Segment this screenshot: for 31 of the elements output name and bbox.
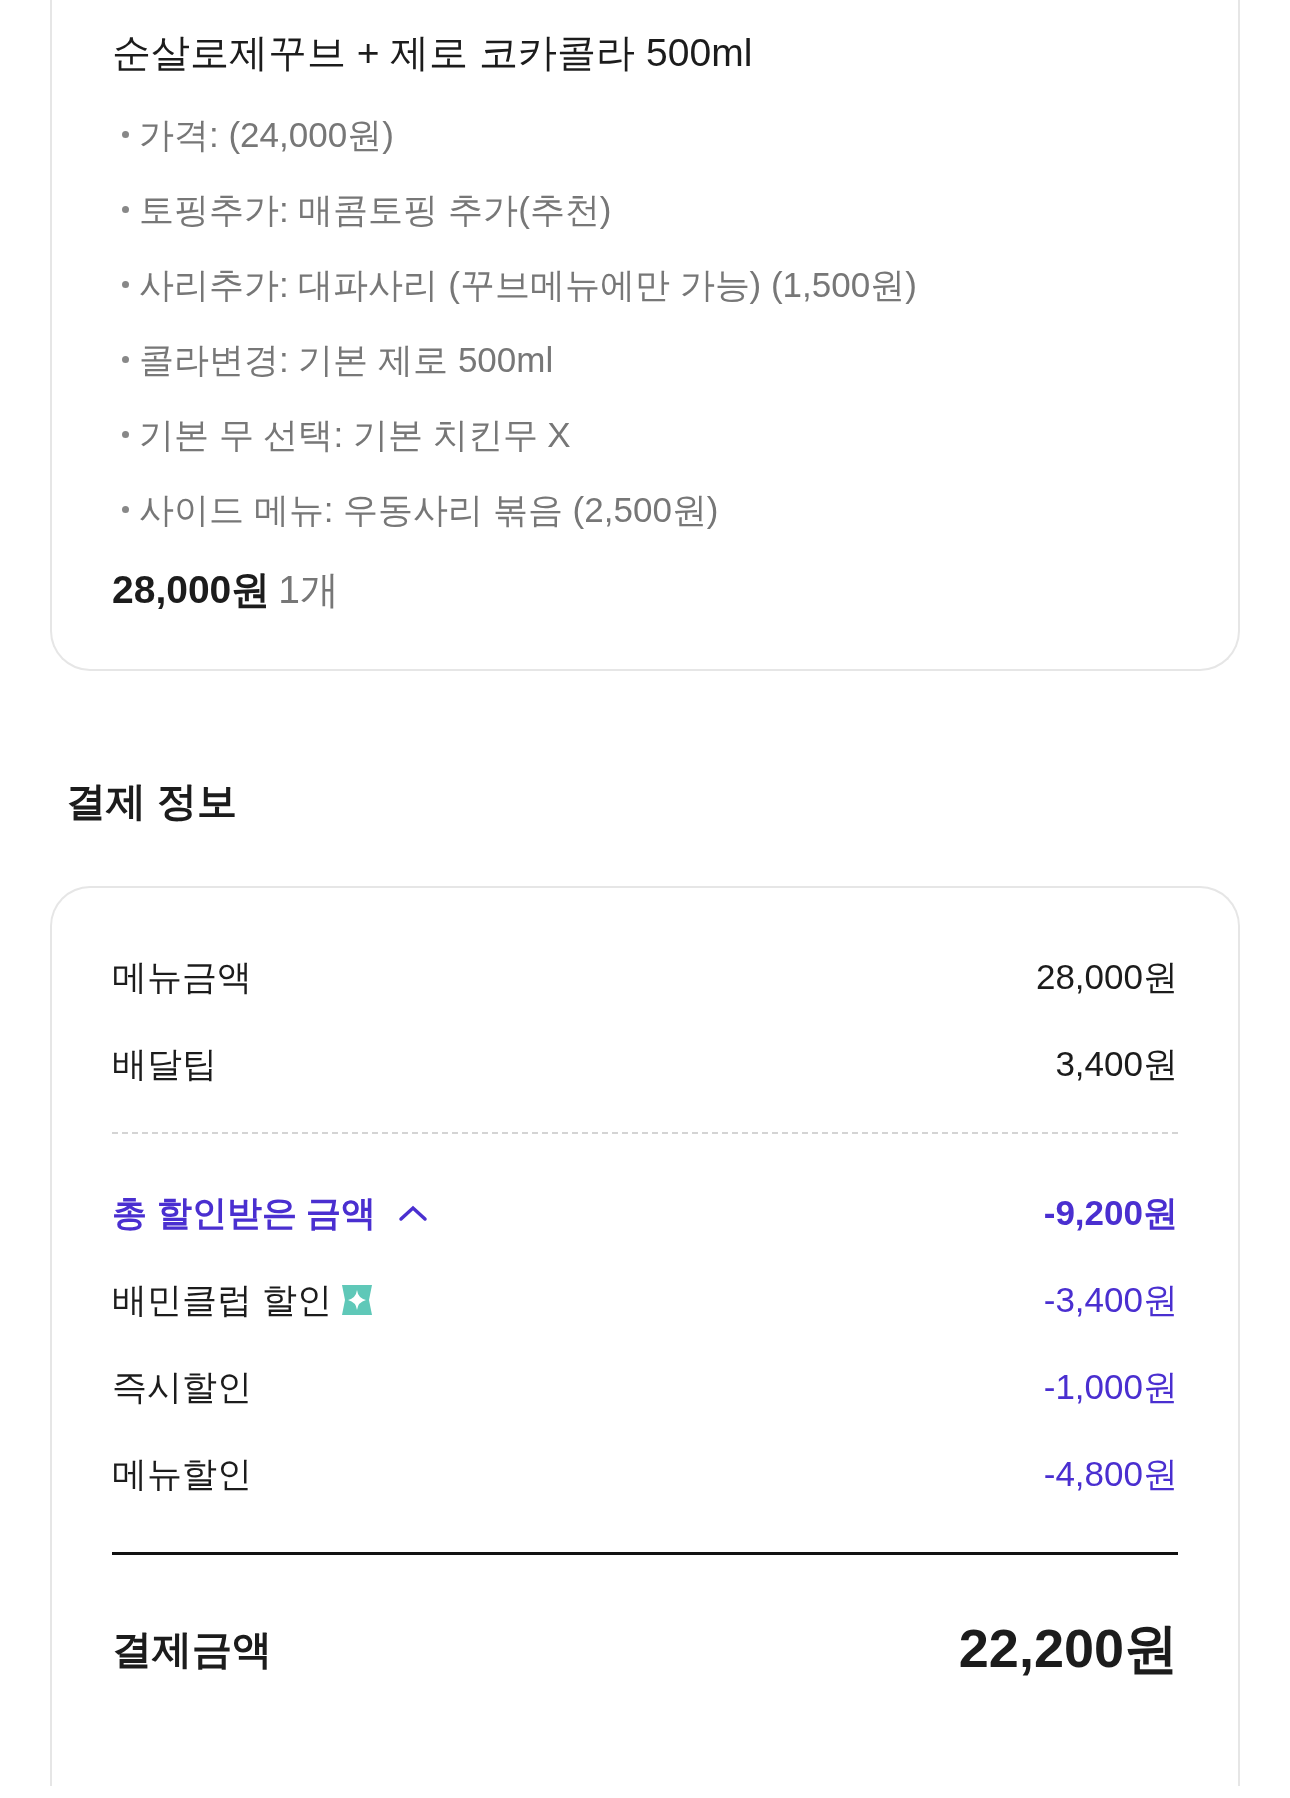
option-text: 기본 무 선택: 기본 치킨무 X — [139, 413, 571, 456]
item-quantity: 1개 — [278, 566, 339, 613]
item-price: 28,000원 — [112, 566, 271, 613]
discount-item-label: 배민클럽 할인 — [112, 1278, 332, 1321]
menu-title: 순살로제꾸브 + 제로 코카콜라 500ml — [112, 30, 754, 76]
bullet-icon — [122, 280, 129, 288]
fee-amount: 28,000원 — [1035, 955, 1178, 998]
option-text: 사리추가: 대파사리 (꾸브메뉴에만 가능) (1,500원) — [139, 263, 917, 306]
bullet-icon — [122, 130, 129, 138]
option-text: 사이드 메뉴: 우동사리 볶음 (2,500원) — [139, 488, 719, 531]
fee-label: 배달팁 — [112, 1042, 217, 1085]
option-text: 토핑추가: 매콤토핑 추가(추천) — [139, 188, 612, 231]
option-text: 가격: (24,000원) — [139, 113, 394, 156]
bullet-icon — [122, 505, 129, 513]
discount-item-amount: -1,000원 — [1043, 1365, 1178, 1408]
total-amount: 22,200원 — [958, 1617, 1178, 1681]
discount-item-amount: -3,400원 — [1043, 1278, 1178, 1321]
bullet-icon — [122, 430, 129, 438]
discount-item-label: 즉시할인 — [112, 1365, 252, 1408]
sparkle-icon — [339, 1284, 374, 1315]
total-label: 결제금액 — [112, 1625, 272, 1673]
bullet-icon — [122, 205, 129, 213]
discount-item-label: 메뉴할인 — [112, 1452, 252, 1495]
section-title: 결제 정보 — [66, 778, 239, 826]
option-text: 콜라변경: 기본 제로 500ml — [139, 338, 554, 381]
discount-amount: -9,200원 — [1043, 1191, 1178, 1234]
fee-amount: 3,400원 — [1055, 1042, 1178, 1085]
discount-item-amount: -4,800원 — [1043, 1452, 1178, 1495]
bullet-icon — [122, 355, 129, 363]
discount-label: 총 할인받은 금액 — [112, 1191, 377, 1234]
fee-label: 메뉴금액 — [112, 955, 252, 998]
